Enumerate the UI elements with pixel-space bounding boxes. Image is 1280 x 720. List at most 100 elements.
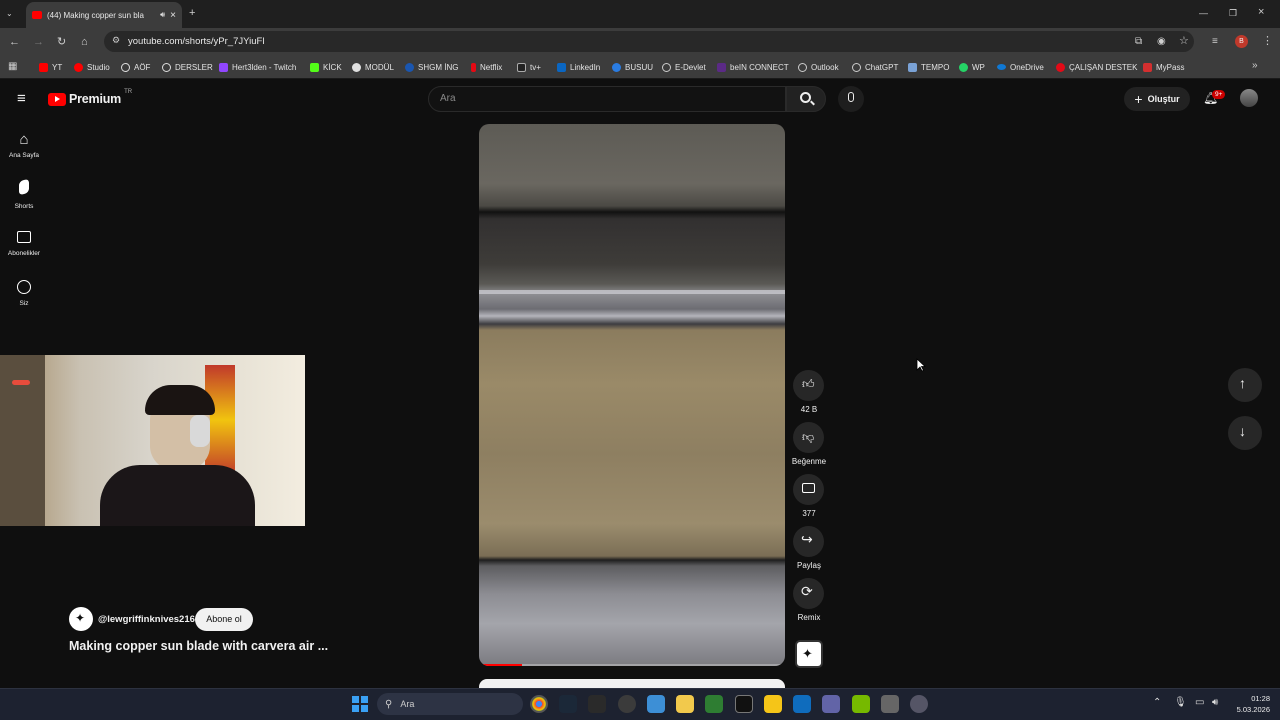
tab-search-icon[interactable]: ⌄ (6, 7, 13, 21)
bookmark-wp[interactable]: WP (959, 60, 985, 74)
reading-list-icon[interactable]: ≡ (1212, 35, 1218, 49)
tab-title: (44) Making copper sun bla (47, 10, 144, 20)
taskbar-clock[interactable]: 01:28 5.03.2026 (1228, 693, 1270, 715)
hide-eye-icon[interactable]: ◉ (1157, 35, 1166, 49)
nvidia-taskbar-icon[interactable] (852, 695, 870, 713)
sidebar-item-home[interactable]: ⌂ Ana Sayfa (0, 131, 48, 159)
subscriptions-icon (17, 231, 31, 243)
share-button[interactable]: ↪ (793, 526, 824, 557)
bookmark-netflix[interactable]: Netflix (471, 60, 502, 74)
notification-badge: 9+ (1212, 90, 1226, 99)
channel-handle[interactable]: @lewgriffinknives216 (98, 614, 195, 625)
account-avatar[interactable] (1240, 89, 1258, 107)
voice-search-button[interactable] (838, 86, 864, 112)
bookmark-tvplus[interactable]: tv+ (517, 60, 541, 74)
url-text: youtube.com/shorts/yPr_7JYiuFI (128, 36, 265, 47)
bookmark-star-icon[interactable]: ☆ (1179, 34, 1189, 48)
bookmark-modul[interactable]: MODÜL (352, 60, 394, 74)
youtube-logo[interactable]: Premium TR (48, 89, 132, 106)
rockstar-taskbar-icon[interactable] (764, 695, 782, 713)
file-explorer-taskbar-icon[interactable] (676, 695, 694, 713)
back-icon[interactable]: ← (9, 35, 20, 49)
bookmark-onedrive[interactable]: OneDrive (997, 60, 1044, 74)
site-info-icon[interactable]: ⚙ (112, 35, 120, 46)
bookmark-linkedin[interactable]: LinkedIn (557, 60, 600, 74)
bookmark-edevlet[interactable]: E-Devlet (662, 60, 706, 74)
excel-taskbar-icon[interactable] (705, 695, 723, 713)
install-app-icon[interactable]: ⧉ (1135, 35, 1142, 49)
shorts-icon (19, 178, 29, 196)
reload-icon[interactable]: ↻ (57, 35, 66, 49)
sidebar-item-you[interactable]: Siz (0, 280, 48, 307)
sidebar-item-subscriptions[interactable]: Abonelikler (0, 231, 48, 257)
previous-short-button[interactable]: ↑ (1228, 368, 1262, 402)
bookmark-mypass[interactable]: MyPass (1143, 60, 1184, 74)
bookmark-studio[interactable]: Studio (74, 60, 110, 74)
next-short-button[interactable]: ↓ (1228, 416, 1262, 450)
menu-kebab-icon[interactable]: ⋮ (1262, 34, 1273, 48)
bookmark-tempo[interactable]: TEMPO (908, 60, 949, 74)
forward-icon[interactable]: → (33, 35, 44, 49)
progress-bar[interactable] (479, 664, 785, 666)
app2-taskbar-icon[interactable] (881, 695, 899, 713)
bookmark-outlook[interactable]: Outlook (798, 60, 839, 74)
search-button[interactable] (786, 86, 826, 112)
new-tab-icon[interactable]: + (189, 6, 195, 20)
comments-button[interactable] (793, 474, 824, 505)
teams-taskbar-icon[interactable] (822, 695, 840, 713)
apps-grid-icon[interactable]: ▦ (8, 60, 17, 74)
like-button[interactable]: 👍︎ (793, 370, 824, 401)
search-input[interactable]: Ara (428, 86, 786, 112)
outlook-taskbar-icon[interactable] (793, 695, 811, 713)
vm-taskbar-icon[interactable] (647, 695, 665, 713)
tab-close-icon[interactable]: × (170, 10, 176, 21)
more-bookmarks-icon[interactable]: » (1252, 59, 1258, 73)
dislike-button[interactable]: 👎︎ (793, 422, 824, 453)
progress-fill (479, 664, 522, 666)
subscribe-button[interactable]: Abone ol (195, 608, 253, 631)
thumbs-up-icon: 👍︎ (802, 377, 815, 391)
sidebar-item-shorts[interactable]: Shorts (0, 178, 48, 210)
channel-avatar[interactable]: ✦ (69, 607, 93, 631)
epic-games-taskbar-icon[interactable] (588, 695, 606, 713)
profile-avatar[interactable]: B (1235, 35, 1248, 48)
window-close-icon[interactable]: × (1258, 5, 1264, 19)
steam-taskbar-icon[interactable] (559, 695, 577, 713)
bookmark-busuu[interactable]: BUSUU (612, 60, 653, 74)
bookmark-chatgpt[interactable]: ChatGPT (852, 60, 898, 74)
chrome-taskbar-icon[interactable] (530, 695, 548, 713)
clock-time: 01:28 (1251, 694, 1270, 703)
home-button-icon[interactable]: ⌂ (81, 35, 88, 49)
bookmark-aof[interactable]: AÖF (121, 60, 150, 74)
remix-button[interactable]: ⟳ (793, 578, 824, 609)
like-count: 42 B (800, 405, 818, 414)
network-tray-icon[interactable]: ▭ (1195, 697, 1204, 708)
minimize-icon[interactable]: — (1199, 6, 1208, 20)
app-taskbar-icon[interactable] (618, 695, 636, 713)
address-bar[interactable]: ⚙ youtube.com/shorts/yPr_7JYiuFI (104, 31, 1194, 52)
bookmark-twitch[interactable]: Hert3lden - Twitch (219, 60, 296, 74)
next-short-preview[interactable] (479, 679, 785, 688)
tab-strip: ⌄ (44) Making copper sun bla 🔊︎ × + — ❐ … (0, 0, 1280, 28)
bookmark-yt[interactable]: YT (39, 60, 62, 74)
bookmark-calisan-destek[interactable]: ÇALIŞAN DESTEK (1056, 60, 1137, 74)
show-hidden-icons-icon[interactable]: ⌃ (1153, 697, 1161, 708)
bookmark-kick[interactable]: KİCK (310, 60, 342, 74)
bookmark-shgm[interactable]: SHGM İNG (405, 60, 458, 74)
shorts-video-player[interactable] (479, 124, 785, 666)
bookmark-dersler[interactable]: DERSLER (162, 60, 213, 74)
volume-tray-icon[interactable]: 🔊︎ (1212, 697, 1218, 708)
mic-tray-icon[interactable]: 🎙︎ (1174, 697, 1187, 708)
capcut-taskbar-icon[interactable] (735, 695, 753, 713)
taskbar-search[interactable]: ⚲ Ara (377, 693, 523, 715)
browser-tab[interactable]: (44) Making copper sun bla 🔊︎ × (26, 2, 182, 28)
bookmark-bein[interactable]: beIN CONNECT (717, 60, 789, 74)
sound-source-thumbnail[interactable]: ✦ (795, 640, 823, 668)
settings-taskbar-icon[interactable] (910, 695, 928, 713)
create-button[interactable]: + Oluştur (1124, 87, 1190, 111)
start-windows-icon[interactable] (352, 696, 368, 712)
hamburger-menu-icon[interactable]: ≡ (17, 91, 26, 106)
restore-icon[interactable]: ❐ (1229, 6, 1237, 20)
video-title[interactable]: Making copper sun blade with carvera air… (69, 639, 328, 653)
speaker-icon[interactable]: 🔊︎ (160, 10, 165, 20)
